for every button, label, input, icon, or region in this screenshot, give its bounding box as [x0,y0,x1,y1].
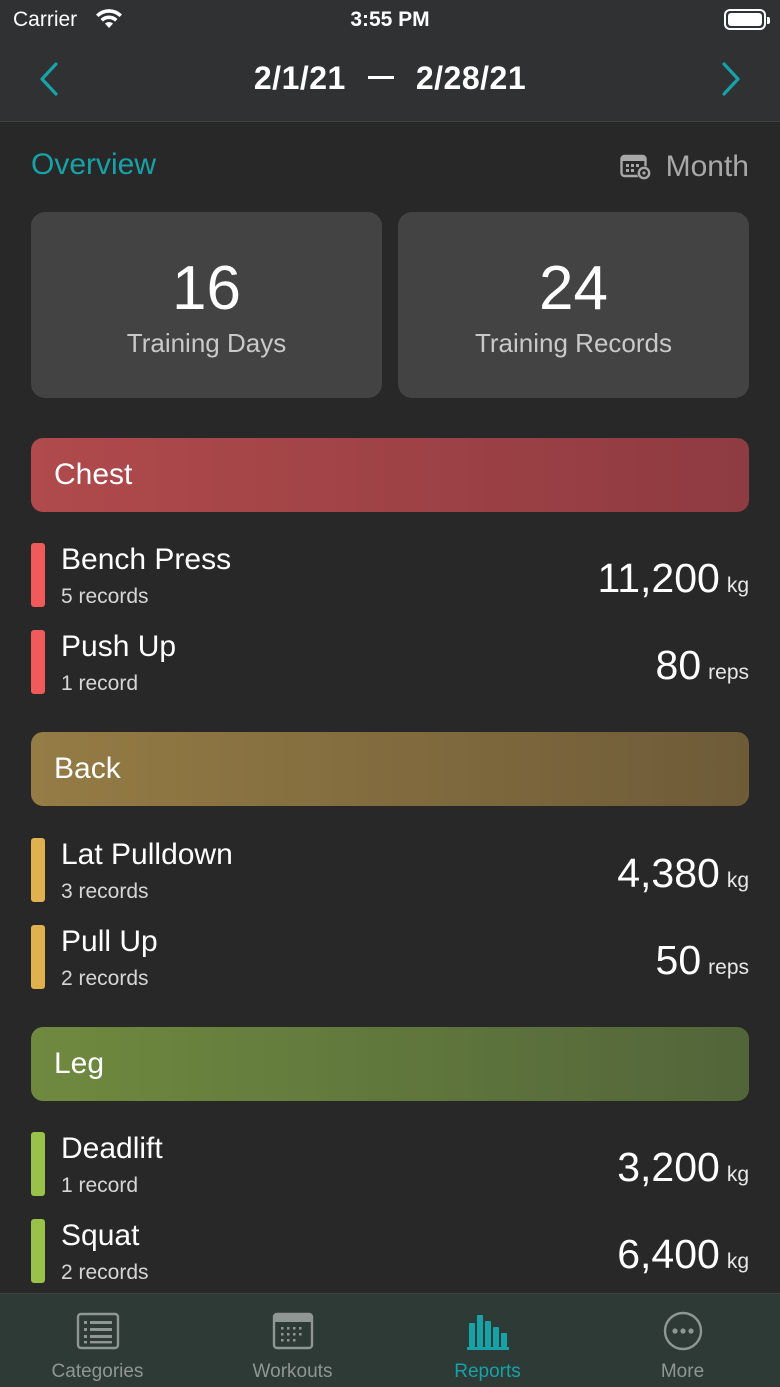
exercise-row-bench-press[interactable]: Bench Press 5 records 11,200 kg [31,543,749,609]
exercise-record-count: 2 records [61,1261,149,1284]
overview-title: Overview [31,148,157,181]
exercise-name: Pull Up [61,925,158,958]
tab-bar: Categories Workouts Reports More [0,1293,780,1387]
end-date: 2/28/21 [415,60,527,96]
exercise-total-unit: reps [708,661,749,684]
date-range-title: 2/1/21 2/28/21 [0,60,780,97]
category-header-back[interactable]: Back [31,732,749,806]
period-label: Month [665,150,749,183]
training-days-value: 16 [172,254,241,323]
category-color-bar [31,1132,45,1196]
exercise-record-count: 5 records [61,585,149,608]
exercise-total-unit: reps [708,956,749,979]
exercise-total-value: 50 [655,937,702,983]
training-days-card: 16 Training Days [31,212,382,398]
calendar-gear-icon [619,154,651,180]
category-header-leg[interactable]: Leg [31,1027,749,1101]
exercise-total: 80 reps [656,642,749,689]
exercise-name: Lat Pulldown [61,838,233,871]
exercise-total-unit: kg [726,574,749,597]
exercise-total-value: 3,200 [617,1144,720,1190]
exercise-total-unit: kg [726,1250,749,1273]
exercise-row-lat-pulldown[interactable]: Lat Pulldown 3 records 4,380 kg [31,838,749,904]
exercise-total-unit: kg [726,1163,749,1186]
exercise-total: 11,200 kg [597,555,749,602]
exercise-total: 3,200 kg [617,1144,749,1191]
exercise-total: 6,400 kg [617,1231,749,1278]
exercise-name: Push Up [61,630,177,663]
calendar-icon [272,1312,314,1350]
category-name: Back [54,752,121,785]
list-icon [76,1312,120,1350]
date-dash [367,76,394,80]
battery-icon [724,9,770,30]
exercise-row-push-up[interactable]: Push Up 1 record 80 reps [31,630,749,696]
category-header-chest[interactable]: Chest [31,438,749,512]
tab-workouts[interactable]: Workouts [195,1294,390,1387]
exercise-total-unit: kg [726,869,749,892]
status-time: 3:55 PM [350,8,430,31]
exercise-name: Deadlift [61,1132,163,1165]
exercise-record-count: 2 records [61,967,149,990]
exercise-total: 4,380 kg [617,850,749,897]
category-color-bar [31,925,45,989]
chevron-right-icon [722,62,740,96]
exercise-total-value: 6,400 [617,1231,720,1277]
tab-more[interactable]: More [585,1294,780,1387]
exercise-name: Bench Press [61,543,232,576]
exercise-total-value: 11,200 [597,555,720,601]
training-days-label: Training Days [126,328,287,358]
start-date: 2/1/21 [253,60,346,96]
training-records-label: Training Records [474,328,672,358]
category-name: Leg [54,1047,105,1080]
bar-chart-icon [467,1315,509,1350]
exercise-record-count: 1 record [61,1174,139,1197]
exercise-row-deadlift[interactable]: Deadlift 1 record 3,200 kg [31,1132,749,1198]
category-color-bar [31,630,45,694]
exercise-row-squat[interactable]: Squat 2 records 6,400 kg [31,1219,749,1285]
exercise-total-value: 80 [655,642,702,688]
period-selector-button[interactable]: Month [619,148,749,186]
next-period-button[interactable] [710,58,750,102]
date-nav-bar: 2/1/21 2/28/21 [0,40,780,122]
training-records-value: 24 [539,254,608,323]
exercise-total: 50 reps [656,937,749,984]
exercise-total-value: 4,380 [617,850,720,896]
category-color-bar [31,1219,45,1283]
tab-reports[interactable]: Reports [390,1294,585,1387]
exercise-record-count: 1 record [61,672,139,695]
status-bar: Carrier 3:55 PM [0,0,780,40]
tab-label: Categories [51,1361,144,1382]
tab-label: Workouts [252,1361,333,1382]
exercise-record-count: 3 records [61,880,149,903]
category-color-bar [31,838,45,902]
tab-categories[interactable]: Categories [0,1294,195,1387]
tab-label: Reports [454,1361,521,1382]
category-name: Chest [54,458,133,491]
category-color-bar [31,543,45,607]
more-icon [663,1311,703,1351]
tab-label: More [660,1361,705,1382]
exercise-row-pull-up[interactable]: Pull Up 2 records 50 reps [31,925,749,991]
training-records-card: 24 Training Records [398,212,749,398]
exercise-name: Squat [61,1219,140,1252]
